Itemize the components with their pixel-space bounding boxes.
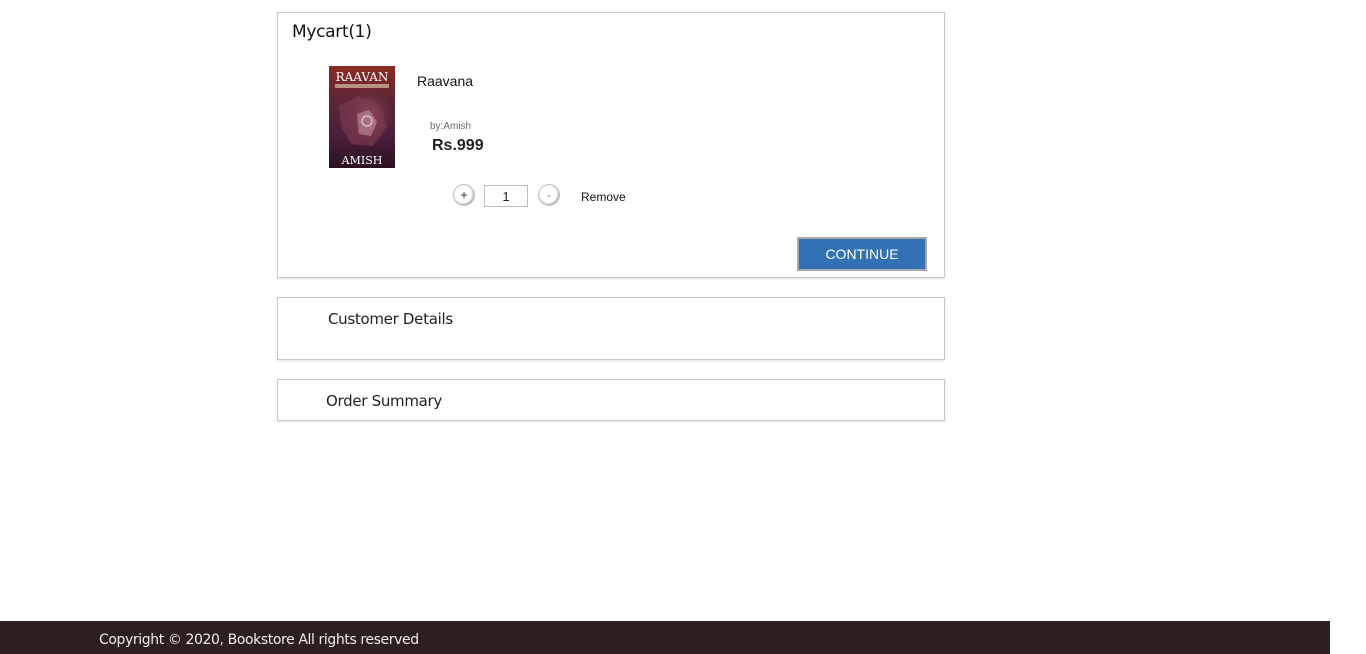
increase-quantity-button[interactable]: +	[453, 184, 475, 206]
book-title: Raavana	[417, 73, 474, 89]
book-cover-image: RAAVAN AMISH	[329, 66, 395, 168]
svg-text:AMISH: AMISH	[341, 154, 383, 167]
quantity-input[interactable]	[484, 185, 528, 207]
continue-button[interactable]: CONTINUE	[797, 237, 927, 271]
book-price: Rs.999	[432, 137, 484, 154]
copyright-text: Copyright © 2020, Bookstore All rights r…	[99, 632, 419, 648]
my-cart-panel: Mycart(1) RAAVAN AMISH Raavana by:Amish …	[277, 12, 945, 278]
remove-item-button[interactable]: Remove	[581, 190, 626, 204]
book-author: by:Amish	[430, 121, 472, 132]
customer-details-title: Customer Details	[328, 310, 453, 328]
decrease-quantity-button[interactable]: -	[538, 184, 560, 206]
order-summary-title: Order Summary	[326, 392, 442, 410]
footer: Copyright © 2020, Bookstore All rights r…	[0, 621, 1330, 654]
cart-title: Mycart(1)	[292, 22, 372, 42]
customer-details-panel[interactable]: Customer Details	[277, 297, 945, 360]
svg-text:RAAVAN: RAAVAN	[336, 70, 389, 84]
order-summary-panel[interactable]: Order Summary	[277, 379, 945, 421]
